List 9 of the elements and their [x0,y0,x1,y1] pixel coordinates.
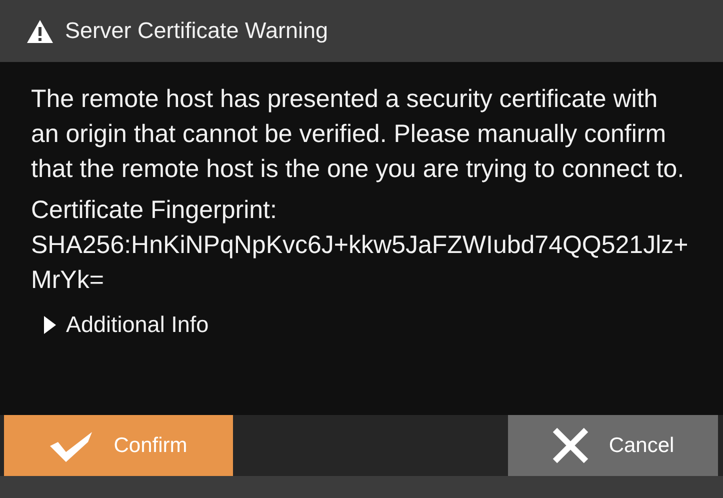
additional-info-toggle[interactable]: Additional Info [44,308,209,342]
fingerprint-value: SHA256:HnKiNPqNpKvc6J+kkw5JaFZWIubd74QQ521Jlz+MrYk= [31,230,690,296]
checkmark-icon [50,430,94,462]
warning-message: The remote host has presented a security certificate with an origin that cannot be verified. Please manually confirm that the remote host is the one you are trying to connect to. [31,84,686,185]
close-icon [552,427,589,464]
warning-icon [27,20,53,42]
cancel-button[interactable]: Cancel [508,415,718,476]
fingerprint-label: Certificate Fingerprint: [31,195,278,226]
window-title: Server Certificate Warning [65,17,328,46]
